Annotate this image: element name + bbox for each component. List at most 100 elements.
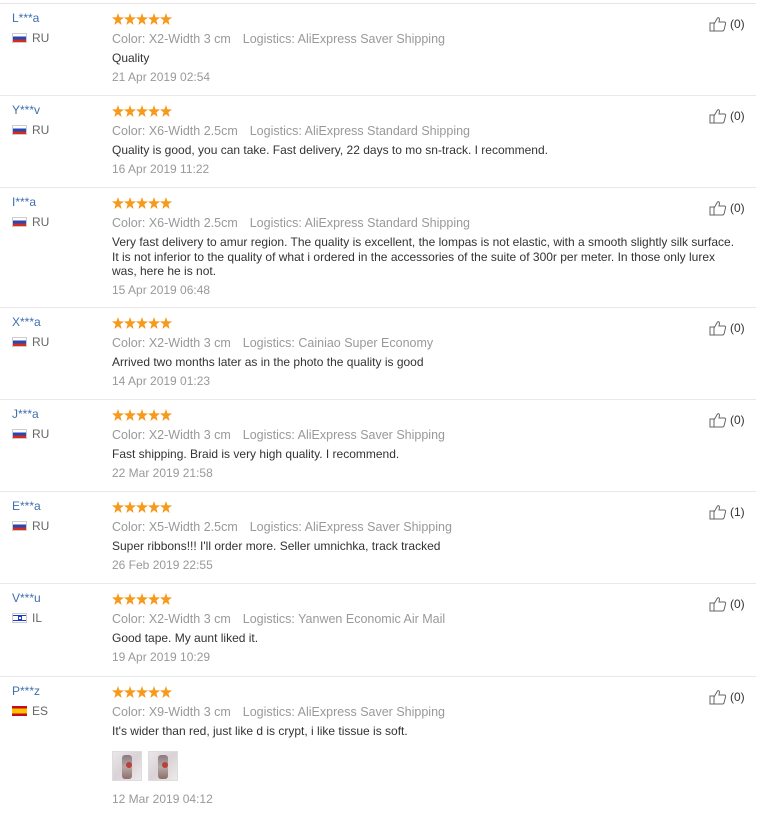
star-icon bbox=[148, 317, 160, 329]
thumbs-up-icon bbox=[709, 321, 727, 336]
review-date: 12 Mar 2019 04:12 bbox=[112, 791, 213, 806]
star-icon bbox=[124, 501, 136, 513]
reviewer-info: J***a RU bbox=[12, 407, 102, 441]
review-item: I***a RU Color: X6-Width 2.5cm Logistics:… bbox=[0, 188, 756, 308]
star-icon bbox=[148, 501, 160, 513]
star-icon bbox=[160, 317, 172, 329]
product-color: Color: X6-Width 2.5cm bbox=[112, 124, 238, 138]
helpful-button[interactable]: (1) bbox=[709, 504, 745, 520]
logistics-info: Logistics: AliExpress Saver Shipping bbox=[242, 705, 445, 719]
star-rating bbox=[112, 686, 712, 700]
israel-flag-icon bbox=[12, 613, 27, 623]
review-body: Color: X6-Width 2.5cm Logistics: AliExpre… bbox=[112, 197, 734, 298]
thumbs-up-icon bbox=[709, 17, 727, 32]
star-icon bbox=[160, 593, 172, 605]
star-icon bbox=[160, 13, 172, 25]
helpful-count: (0) bbox=[730, 201, 745, 215]
logistics-info: Logistics: Yanwen Economic Air Mail bbox=[242, 612, 446, 626]
reviewer-info: V***u IL bbox=[12, 591, 102, 625]
star-icon bbox=[148, 105, 160, 117]
reviewer-country: ES bbox=[12, 704, 102, 718]
star-icon bbox=[112, 686, 124, 698]
reviewer-name: I***a bbox=[12, 195, 37, 209]
star-icon bbox=[112, 197, 124, 209]
country-code: RU bbox=[32, 335, 50, 349]
reviewer-name: X***a bbox=[12, 315, 41, 329]
helpful-count: (0) bbox=[730, 597, 745, 611]
spain-flag-icon bbox=[12, 706, 27, 716]
logistics-info: Logistics: Cainiao Super Economy bbox=[242, 336, 434, 350]
review-item: V***u IL Color: X2-Width 3 cm Logistics: … bbox=[0, 584, 756, 677]
review-text: Quality bbox=[112, 51, 150, 65]
russia-flag-icon bbox=[12, 217, 27, 227]
logistics-info: Logistics: AliExpress Saver Shipping bbox=[242, 32, 445, 46]
star-icon bbox=[136, 105, 148, 117]
review-date: 22 Mar 2019 21:58 bbox=[112, 465, 213, 480]
star-icon bbox=[136, 686, 148, 698]
star-icon bbox=[112, 317, 124, 329]
review-body: Color: X2-Width 3 cm Logistics: AliExpres… bbox=[112, 409, 712, 481]
reviewer-name: L***a bbox=[12, 11, 40, 25]
star-icon bbox=[124, 409, 136, 421]
reviewer-country: RU bbox=[12, 215, 102, 229]
product-color: Color: X2-Width 3 cm bbox=[112, 612, 231, 626]
star-icon bbox=[112, 409, 124, 421]
star-icon bbox=[148, 409, 160, 421]
helpful-count: (0) bbox=[730, 321, 745, 335]
review-item: Y***v RU Color: X6-Width 2.5cm Logistics:… bbox=[0, 96, 756, 188]
star-icon bbox=[148, 197, 160, 209]
review-item: X***a RU Color: X2-Width 3 cm Logistics: … bbox=[0, 308, 756, 400]
star-icon bbox=[160, 197, 172, 209]
thumbs-up-icon bbox=[709, 505, 727, 520]
country-code: IL bbox=[32, 611, 43, 625]
logistics-info: Logistics: AliExpress Standard Shipping bbox=[249, 216, 470, 230]
review-item: P***z ES Color: X9-Width 3 cm Logistics: … bbox=[0, 677, 756, 813]
star-rating bbox=[112, 105, 712, 119]
star-icon bbox=[160, 501, 172, 513]
review-date: 19 Apr 2019 10:29 bbox=[112, 649, 211, 664]
star-icon bbox=[112, 105, 124, 117]
star-icon bbox=[112, 593, 124, 605]
star-icon bbox=[124, 593, 136, 605]
review-body: Color: X9-Width 3 cm Logistics: AliExpres… bbox=[112, 686, 712, 807]
reviewer-info: L***a RU bbox=[12, 11, 102, 45]
country-code: RU bbox=[32, 427, 50, 441]
review-text: Good tape. My aunt liked it. bbox=[112, 631, 259, 645]
product-color: Color: X2-Width 3 cm bbox=[112, 32, 231, 46]
country-code: RU bbox=[32, 519, 50, 533]
star-icon bbox=[148, 593, 160, 605]
star-icon bbox=[124, 13, 136, 25]
russia-flag-icon bbox=[12, 125, 27, 135]
review-body: Color: X2-Width 3 cm Logistics: AliExpres… bbox=[112, 13, 712, 85]
review-text: Arrived two months later as in the photo… bbox=[112, 355, 424, 369]
reviewer-info: I***a RU bbox=[12, 195, 102, 229]
product-color: Color: X2-Width 3 cm bbox=[112, 336, 231, 350]
reviewer-country: IL bbox=[12, 611, 102, 625]
review-photo-thumbnail[interactable] bbox=[148, 750, 178, 781]
star-icon bbox=[160, 686, 172, 698]
logistics-info: Logistics: AliExpress Standard Shipping bbox=[249, 124, 470, 138]
thumbs-up-icon bbox=[709, 109, 727, 124]
review-date: 21 Apr 2019 02:54 bbox=[112, 69, 211, 84]
reviewer-info: E***a RU bbox=[12, 499, 102, 533]
helpful-button[interactable]: (0) bbox=[709, 412, 745, 428]
review-photo-thumbnail[interactable] bbox=[112, 750, 142, 781]
star-icon bbox=[160, 105, 172, 117]
helpful-button[interactable]: (0) bbox=[709, 200, 745, 216]
helpful-button[interactable]: (0) bbox=[709, 689, 745, 705]
reviewer-country: RU bbox=[12, 31, 102, 45]
reviewer-country: RU bbox=[12, 335, 102, 349]
product-color: Color: X9-Width 3 cm bbox=[112, 705, 231, 719]
review-meta: Color: X2-Width 3 cm Logistics: AliExpres… bbox=[112, 31, 712, 47]
reviewer-name: V***u bbox=[12, 591, 41, 605]
helpful-button[interactable]: (0) bbox=[709, 596, 745, 612]
helpful-button[interactable]: (0) bbox=[709, 16, 745, 32]
review-meta: Color: X9-Width 3 cm Logistics: AliExpres… bbox=[112, 704, 712, 720]
helpful-count: (0) bbox=[730, 413, 745, 427]
star-rating bbox=[112, 593, 712, 607]
star-rating bbox=[112, 197, 712, 211]
helpful-button[interactable]: (0) bbox=[709, 320, 745, 336]
helpful-count: (0) bbox=[730, 109, 745, 123]
star-icon bbox=[112, 13, 124, 25]
helpful-button[interactable]: (0) bbox=[709, 108, 745, 124]
